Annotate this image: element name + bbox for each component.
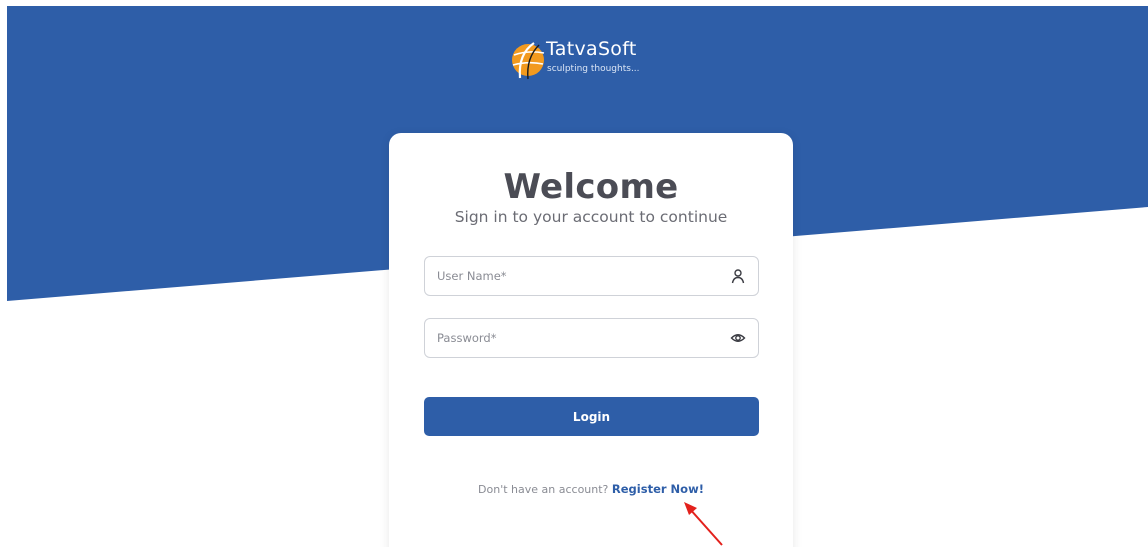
username-input[interactable] <box>425 257 727 295</box>
logo-name: TatvaSoft <box>546 38 637 60</box>
user-icon <box>731 269 745 284</box>
tatvasoft-logo: TatvaSoft sculpting thoughts... <box>508 37 678 81</box>
eye-icon[interactable] <box>730 330 746 346</box>
register-prompt-text: Don't have an account? <box>478 483 609 496</box>
page-subtitle: Sign in to your account to continue <box>454 208 728 226</box>
login-page: TatvaSoft sculpting thoughts... Welcome … <box>0 0 1148 547</box>
password-input[interactable] <box>425 319 727 357</box>
login-card: Welcome Sign in to your account to conti… <box>389 133 793 547</box>
page-title: Welcome <box>503 167 679 207</box>
logo-globe-icon <box>512 42 545 80</box>
register-now-link[interactable]: Register Now! <box>612 482 704 496</box>
logo-tagline: sculpting thoughts... <box>547 64 640 74</box>
password-field[interactable] <box>424 318 759 358</box>
username-field[interactable] <box>424 256 759 296</box>
login-button[interactable]: Login <box>424 397 759 436</box>
register-prompt-line: Don't have an account? Register Now! <box>389 482 793 496</box>
